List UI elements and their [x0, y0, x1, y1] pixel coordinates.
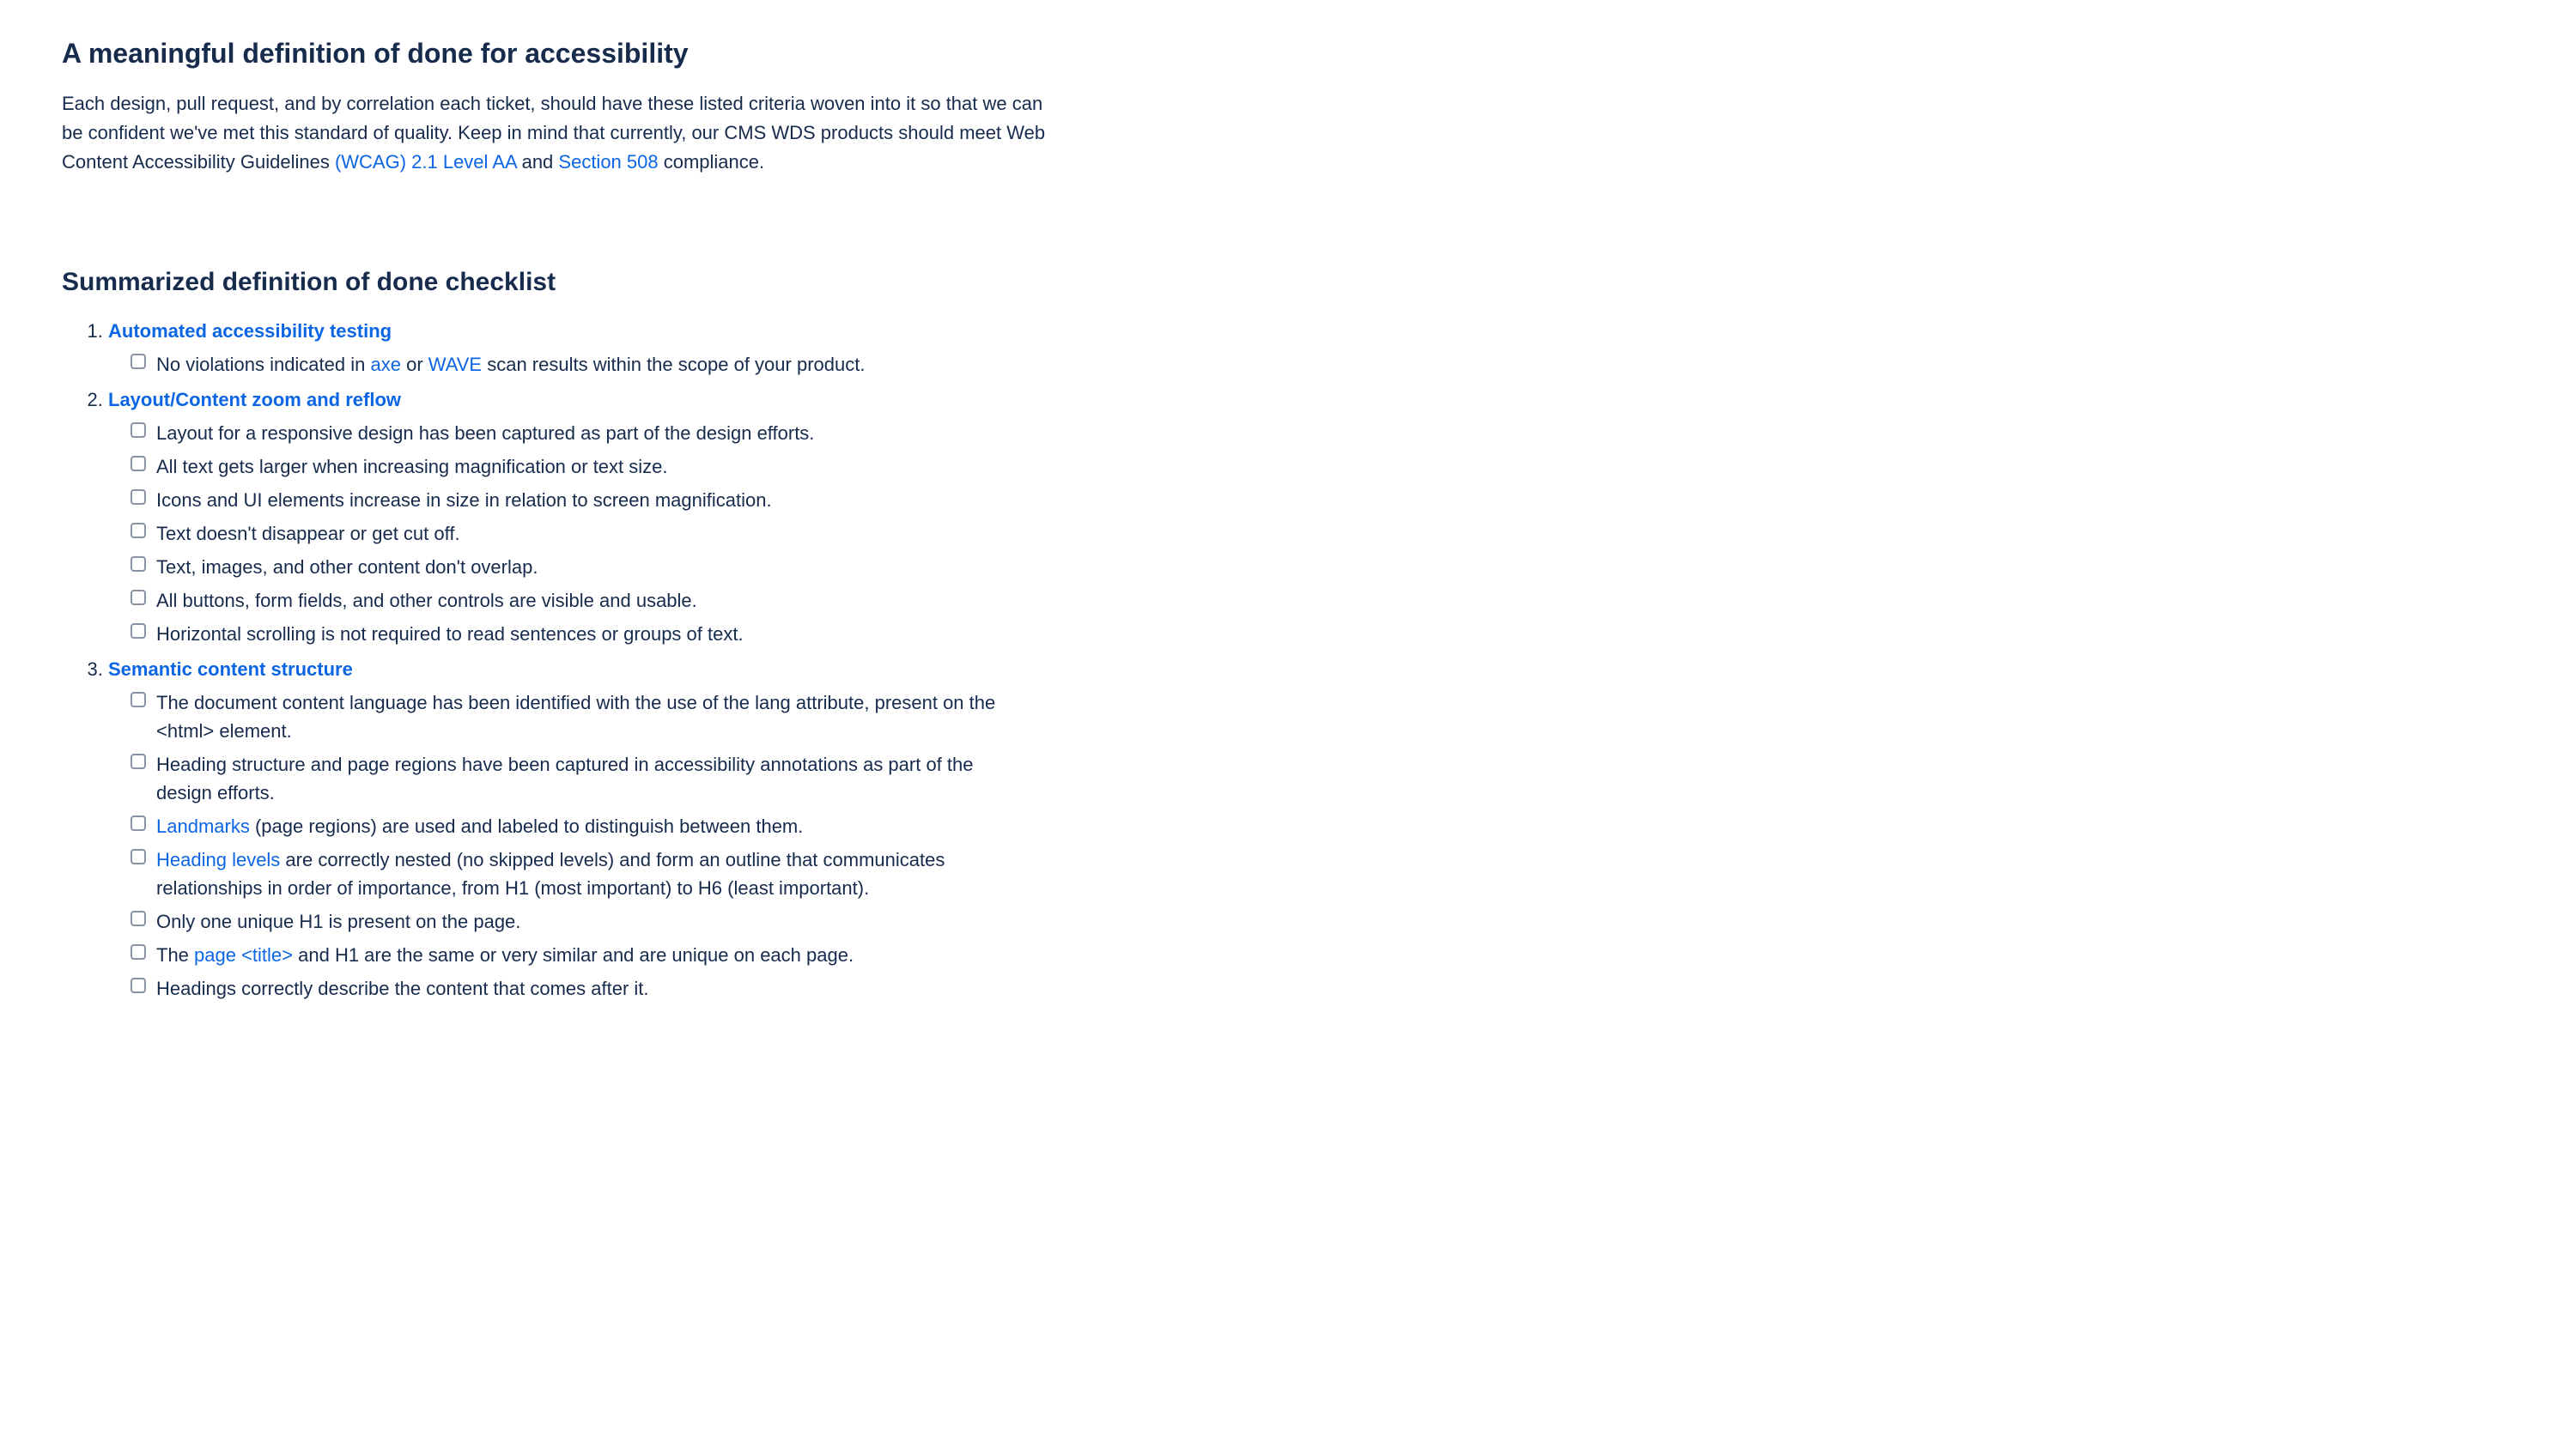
checkbox[interactable]	[131, 590, 146, 605]
checkbox[interactable]	[131, 754, 146, 769]
checkbox[interactable]	[131, 944, 146, 960]
wcag-link[interactable]: (WCAG) 2.1 Level AA	[335, 151, 517, 173]
checklist-heading: Summarized definition of done checklist	[62, 263, 2514, 301]
checkbox[interactable]	[131, 623, 146, 639]
checkbox[interactable]	[131, 849, 146, 864]
list-item: All buttons, form fields, and other cont…	[131, 586, 2514, 615]
item-text: All buttons, form fields, and other cont…	[156, 586, 697, 615]
list-item: The page <title> and H1 are the same or …	[131, 941, 2514, 969]
section-items: The document content language has been i…	[108, 688, 2514, 1003]
section-title-link[interactable]: Automated accessibility testing	[108, 320, 392, 342]
intro-text-mid: and	[516, 151, 558, 173]
list-item: No violations indicated in axe or WAVE s…	[131, 350, 2514, 379]
section-title-link[interactable]: Layout/Content zoom and reflow	[108, 389, 401, 410]
checkbox[interactable]	[131, 815, 146, 831]
checkbox[interactable]	[131, 556, 146, 572]
item-text: No violations indicated in axe or WAVE s…	[156, 350, 865, 379]
checkbox[interactable]	[131, 456, 146, 471]
list-item: Icons and UI elements increase in size i…	[131, 486, 2514, 514]
checkbox[interactable]	[131, 489, 146, 505]
item-text: Icons and UI elements increase in size i…	[156, 486, 772, 514]
item-text: Landmarks (page regions) are used and la…	[156, 812, 803, 840]
list-item: Text doesn't disappear or get cut off.	[131, 519, 2514, 548]
list-item: Heading structure and page regions have …	[131, 750, 2514, 807]
section-items: No violations indicated in axe or WAVE s…	[108, 350, 2514, 379]
page-title: A meaningful definition of done for acce…	[62, 33, 2514, 74]
item-text: Heading structure and page regions have …	[156, 750, 1032, 807]
item-text: Layout for a responsive design has been …	[156, 419, 814, 447]
section-508-link[interactable]: Section 508	[558, 151, 658, 173]
item-text: All text gets larger when increasing mag…	[156, 452, 668, 481]
axe-link[interactable]: axe	[370, 354, 400, 375]
item-text: Headings correctly describe the content …	[156, 974, 649, 1003]
landmarks-link[interactable]: Landmarks	[156, 815, 250, 837]
list-item: Horizontal scrolling is not required to …	[131, 620, 2514, 648]
section-layout-reflow: Layout/Content zoom and reflow Layout fo…	[108, 385, 2514, 648]
checkbox[interactable]	[131, 354, 146, 369]
list-item: Headings correctly describe the content …	[131, 974, 2514, 1003]
checkbox[interactable]	[131, 523, 146, 538]
list-item: Heading levels are correctly nested (no …	[131, 846, 2514, 902]
list-item: All text gets larger when increasing mag…	[131, 452, 2514, 481]
checklist-sections: Automated accessibility testing No viola…	[62, 317, 2514, 1003]
list-item: The document content language has been i…	[131, 688, 2514, 745]
list-item: Landmarks (page regions) are used and la…	[131, 812, 2514, 840]
list-item: Only one unique H1 is present on the pag…	[131, 907, 2514, 936]
item-text: The page <title> and H1 are the same or …	[156, 941, 854, 969]
checkbox[interactable]	[131, 422, 146, 438]
item-text: The document content language has been i…	[156, 688, 1032, 745]
list-item: Layout for a responsive design has been …	[131, 419, 2514, 447]
item-text: Only one unique H1 is present on the pag…	[156, 907, 520, 936]
checkbox[interactable]	[131, 911, 146, 926]
checkbox[interactable]	[131, 978, 146, 993]
item-text: Heading levels are correctly nested (no …	[156, 846, 1032, 902]
section-semantic-structure: Semantic content structure The document …	[108, 655, 2514, 1003]
intro-paragraph: Each design, pull request, and by correl…	[62, 89, 1058, 177]
list-item: Text, images, and other content don't ov…	[131, 553, 2514, 581]
section-automated-testing: Automated accessibility testing No viola…	[108, 317, 2514, 379]
heading-levels-link[interactable]: Heading levels	[156, 849, 280, 870]
item-text: Text, images, and other content don't ov…	[156, 553, 538, 581]
wave-link[interactable]: WAVE	[428, 354, 482, 375]
item-text: Text doesn't disappear or get cut off.	[156, 519, 460, 548]
checkbox[interactable]	[131, 692, 146, 707]
item-text: Horizontal scrolling is not required to …	[156, 620, 744, 648]
intro-text-post: compliance.	[659, 151, 765, 173]
section-items: Layout for a responsive design has been …	[108, 419, 2514, 648]
section-title-link[interactable]: Semantic content structure	[108, 658, 353, 680]
page-title-link[interactable]: page <title>	[194, 944, 293, 966]
